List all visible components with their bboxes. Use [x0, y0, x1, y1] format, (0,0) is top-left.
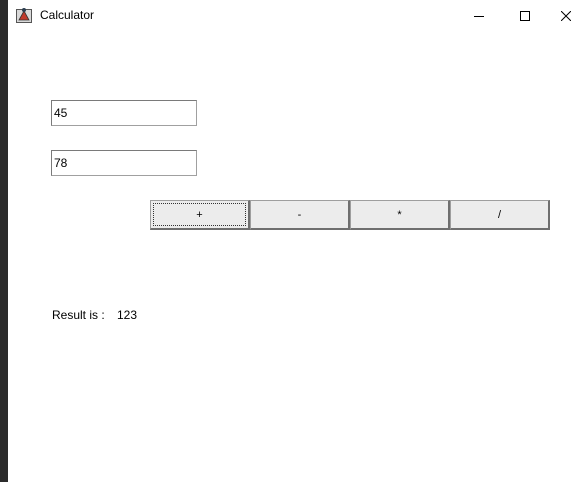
maximize-button[interactable]	[502, 0, 548, 31]
result-label: Result is :	[52, 308, 105, 322]
second-number-input[interactable]	[51, 150, 197, 176]
java-app-icon	[16, 7, 32, 23]
first-number-input[interactable]	[51, 100, 197, 126]
divide-button[interactable]: /	[450, 200, 550, 230]
subtract-button[interactable]: -	[250, 200, 350, 230]
title-bar[interactable]: Calculator	[8, 0, 583, 31]
calculator-window: Calculator + - * / Result is : 123	[8, 0, 583, 482]
minimize-button[interactable]	[456, 0, 502, 31]
minimize-icon	[474, 15, 484, 17]
maximize-icon	[520, 10, 530, 21]
operation-buttons: + - * /	[150, 200, 550, 230]
multiply-button[interactable]: *	[350, 200, 450, 230]
close-icon	[560, 10, 571, 21]
add-button[interactable]: +	[150, 200, 250, 230]
window-title: Calculator	[40, 8, 95, 22]
close-button[interactable]	[548, 0, 583, 31]
result-value: 123	[117, 308, 138, 322]
